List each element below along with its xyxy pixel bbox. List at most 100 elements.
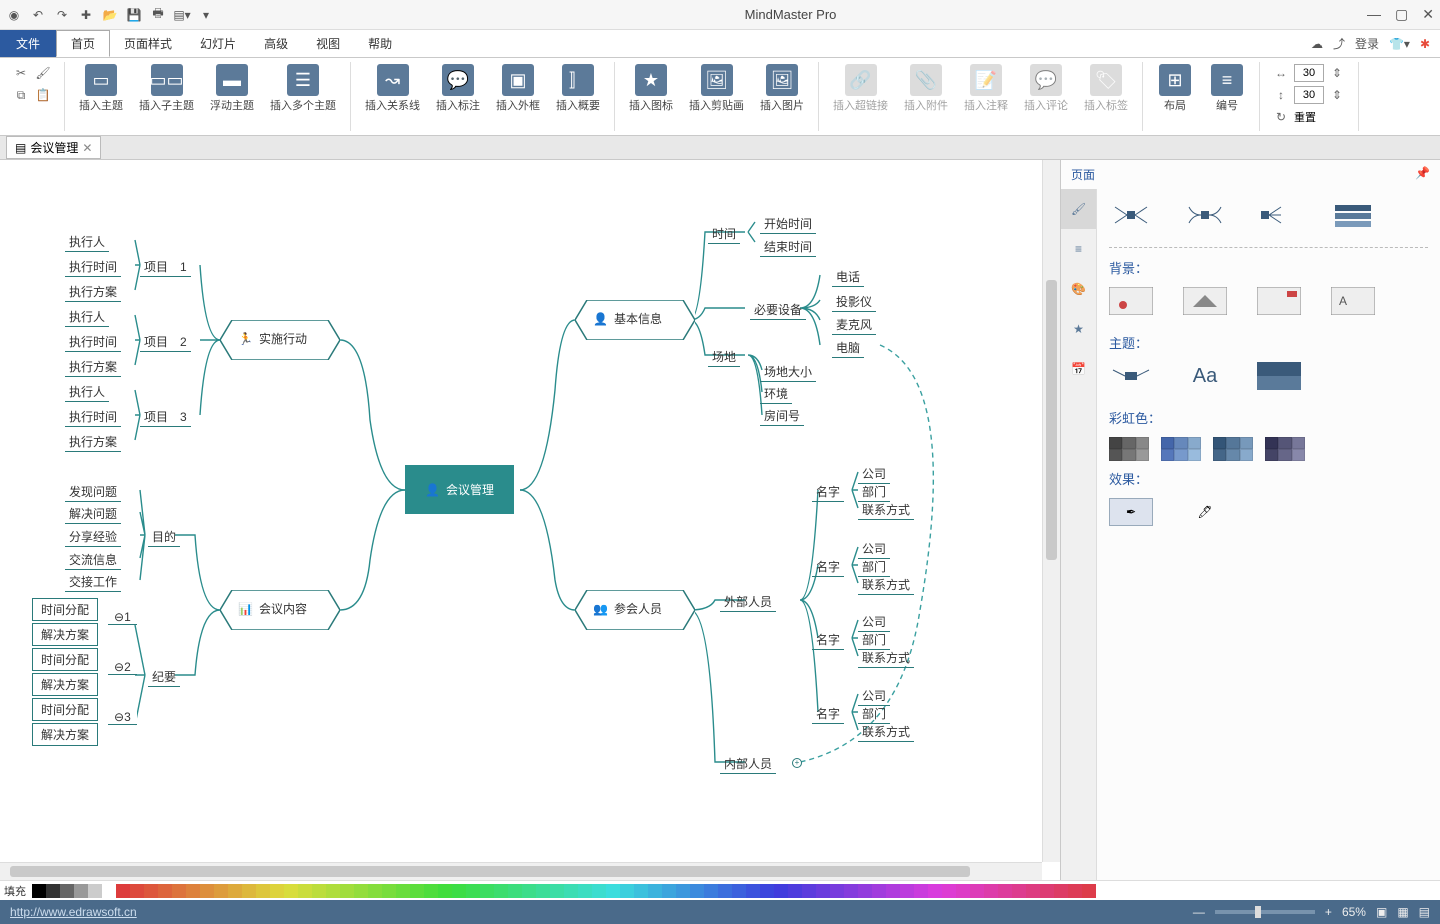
topic-internal[interactable]: 内部人员 <box>720 754 776 774</box>
insert-multi-button[interactable]: ☰插入多个主题 <box>266 62 340 114</box>
zoom-slider[interactable] <box>1215 910 1315 914</box>
maximize-button[interactable]: ▢ <box>1395 6 1408 23</box>
leaf[interactable]: 执行人 <box>65 232 109 252</box>
topic-purpose[interactable]: 目的 <box>148 527 180 547</box>
leaf[interactable]: 执行人 <box>65 382 109 402</box>
topic-venue[interactable]: 场地 <box>708 347 740 367</box>
stepper-icon[interactable]: ⇕ <box>1328 64 1346 82</box>
tab-view[interactable]: 视图 <box>302 30 354 57</box>
panel-tab-star[interactable]: ★ <box>1061 309 1096 349</box>
close-tab-icon[interactable]: ✕ <box>82 141 92 155</box>
file-menu[interactable]: 文件 <box>0 30 56 57</box>
theme-thumb-3[interactable] <box>1257 362 1301 390</box>
leaf[interactable]: 执行方案 <box>65 357 121 377</box>
undo-icon[interactable]: ↶ <box>30 7 46 23</box>
tab-page-style[interactable]: 页面样式 <box>110 30 186 57</box>
insert-clipart-button[interactable]: 🖼插入剪贴画 <box>685 62 748 114</box>
globe-icon[interactable]: ◉ <box>6 7 22 23</box>
topic-project2[interactable]: 项目 2 <box>140 332 191 352</box>
leaf[interactable]: 执行时间 <box>65 332 121 352</box>
palette-2[interactable] <box>1161 437 1201 461</box>
layout-button[interactable]: ⊞布局 <box>1153 62 1197 114</box>
panel-tab-brush[interactable]: 🖌 <box>1061 189 1096 229</box>
leaf[interactable]: 麦克风 <box>832 315 876 335</box>
insert-relation-button[interactable]: ↝插入关系线 <box>361 62 424 114</box>
branch-attendees[interactable]: 👥参会人员 <box>575 590 695 630</box>
leaf[interactable]: 部门 <box>858 704 890 724</box>
effect-brush[interactable]: 🖊 <box>1183 498 1227 526</box>
collapse-icon[interactable]: ⊖ <box>114 710 124 724</box>
topic-name[interactable]: 名字 <box>812 482 844 502</box>
collapse-icon[interactable]: ⊖ <box>114 660 124 674</box>
topic-min1[interactable]: ⊖1 <box>108 610 137 625</box>
minimize-button[interactable]: — <box>1367 6 1381 23</box>
pin-icon[interactable]: 📌 <box>1415 166 1430 183</box>
vspace-input[interactable] <box>1294 86 1324 104</box>
insert-summary-button[interactable]: 〛插入概要 <box>552 62 604 114</box>
format-painter-icon[interactable]: 🖌 <box>34 64 52 82</box>
leaf[interactable]: 电话 <box>832 267 864 287</box>
tab-slideshow[interactable]: 幻灯片 <box>186 30 250 57</box>
redo-icon[interactable]: ↷ <box>54 7 70 23</box>
document-tab[interactable]: ▤ 会议管理 ✕ <box>6 136 101 159</box>
branch-basicinfo[interactable]: 👤基本信息 <box>575 300 695 340</box>
leaf[interactable]: 解决方案 <box>32 723 98 746</box>
insert-image-button[interactable]: 🖼插入图片 <box>756 62 808 114</box>
leaf[interactable]: 结束时间 <box>760 237 816 257</box>
leaf[interactable]: 联系方式 <box>858 500 914 520</box>
leaf[interactable]: 发现问题 <box>65 482 121 502</box>
color-swatches[interactable] <box>32 884 1096 898</box>
leaf[interactable]: 环境 <box>760 384 792 404</box>
palette-4[interactable] <box>1265 437 1305 461</box>
stepper-icon[interactable]: ⇕ <box>1328 86 1346 104</box>
bg-thumb-2[interactable] <box>1183 287 1227 315</box>
leaf[interactable]: 联系方式 <box>858 722 914 742</box>
leaf[interactable]: 执行方案 <box>65 432 121 452</box>
login-link[interactable]: 登录 <box>1355 35 1379 52</box>
cut-icon[interactable]: ✂ <box>12 64 30 82</box>
topic-name[interactable]: 名字 <box>812 630 844 650</box>
insert-attachment-button[interactable]: 📎插入附件 <box>900 62 952 114</box>
share-icon[interactable]: ⤴ <box>1333 35 1345 52</box>
leaf[interactable]: 部门 <box>858 482 890 502</box>
export-icon[interactable]: ▤▾ <box>174 7 190 23</box>
topic-equip[interactable]: 必要设备 <box>750 300 806 320</box>
leaf[interactable]: 部门 <box>858 557 890 577</box>
topic-project3[interactable]: 项目 3 <box>140 407 191 427</box>
layout-thumb-2[interactable] <box>1183 201 1227 229</box>
topic-name[interactable]: 名字 <box>812 557 844 577</box>
hspace-input[interactable] <box>1294 64 1324 82</box>
leaf[interactable]: 时间分配 <box>32 598 98 621</box>
numbering-button[interactable]: ≡编号 <box>1205 62 1249 114</box>
app-logo-icon[interactable]: ✱ <box>1420 37 1430 51</box>
central-topic[interactable]: 👤 会议管理 <box>405 465 514 514</box>
bg-thumb-1[interactable] <box>1109 287 1153 315</box>
qat-dropdown-icon[interactable]: ▾ <box>198 7 214 23</box>
leaf[interactable]: 公司 <box>858 539 890 559</box>
leaf[interactable]: 电脑 <box>832 338 864 358</box>
topic-project1[interactable]: 项目 1 <box>140 257 191 277</box>
insert-tag-button[interactable]: 🏷插入标签 <box>1080 62 1132 114</box>
insert-note-button[interactable]: 📝插入注释 <box>960 62 1012 114</box>
panel-tab-calendar[interactable]: 📅 <box>1061 349 1096 389</box>
copy-icon[interactable]: ⧉ <box>12 86 30 104</box>
effect-pen[interactable]: ✒ <box>1109 498 1153 526</box>
tab-advanced[interactable]: 高级 <box>250 30 302 57</box>
leaf[interactable]: 公司 <box>858 686 890 706</box>
bg-thumb-3[interactable] <box>1257 287 1301 315</box>
layout-thumb-4[interactable] <box>1331 201 1375 229</box>
leaf[interactable]: 执行人 <box>65 307 109 327</box>
topic-min3[interactable]: ⊖3 <box>108 710 137 725</box>
view-mode-3-icon[interactable]: ▤ <box>1419 905 1430 919</box>
leaf[interactable]: 交流信息 <box>65 550 121 570</box>
leaf[interactable]: 时间分配 <box>32 698 98 721</box>
cloud-icon[interactable]: ☁ <box>1311 37 1323 51</box>
zoom-in-button[interactable]: + <box>1325 905 1332 919</box>
layout-thumb-3[interactable] <box>1257 201 1301 229</box>
topic-external[interactable]: 外部人员 <box>720 592 776 612</box>
new-icon[interactable]: ✚ <box>78 7 94 23</box>
theme-font[interactable]: Aa <box>1183 362 1227 390</box>
shirt-icon[interactable]: 👕▾ <box>1389 37 1410 51</box>
branch-action[interactable]: 🏃实施行动 <box>220 320 340 360</box>
leaf[interactable]: 执行时间 <box>65 407 121 427</box>
